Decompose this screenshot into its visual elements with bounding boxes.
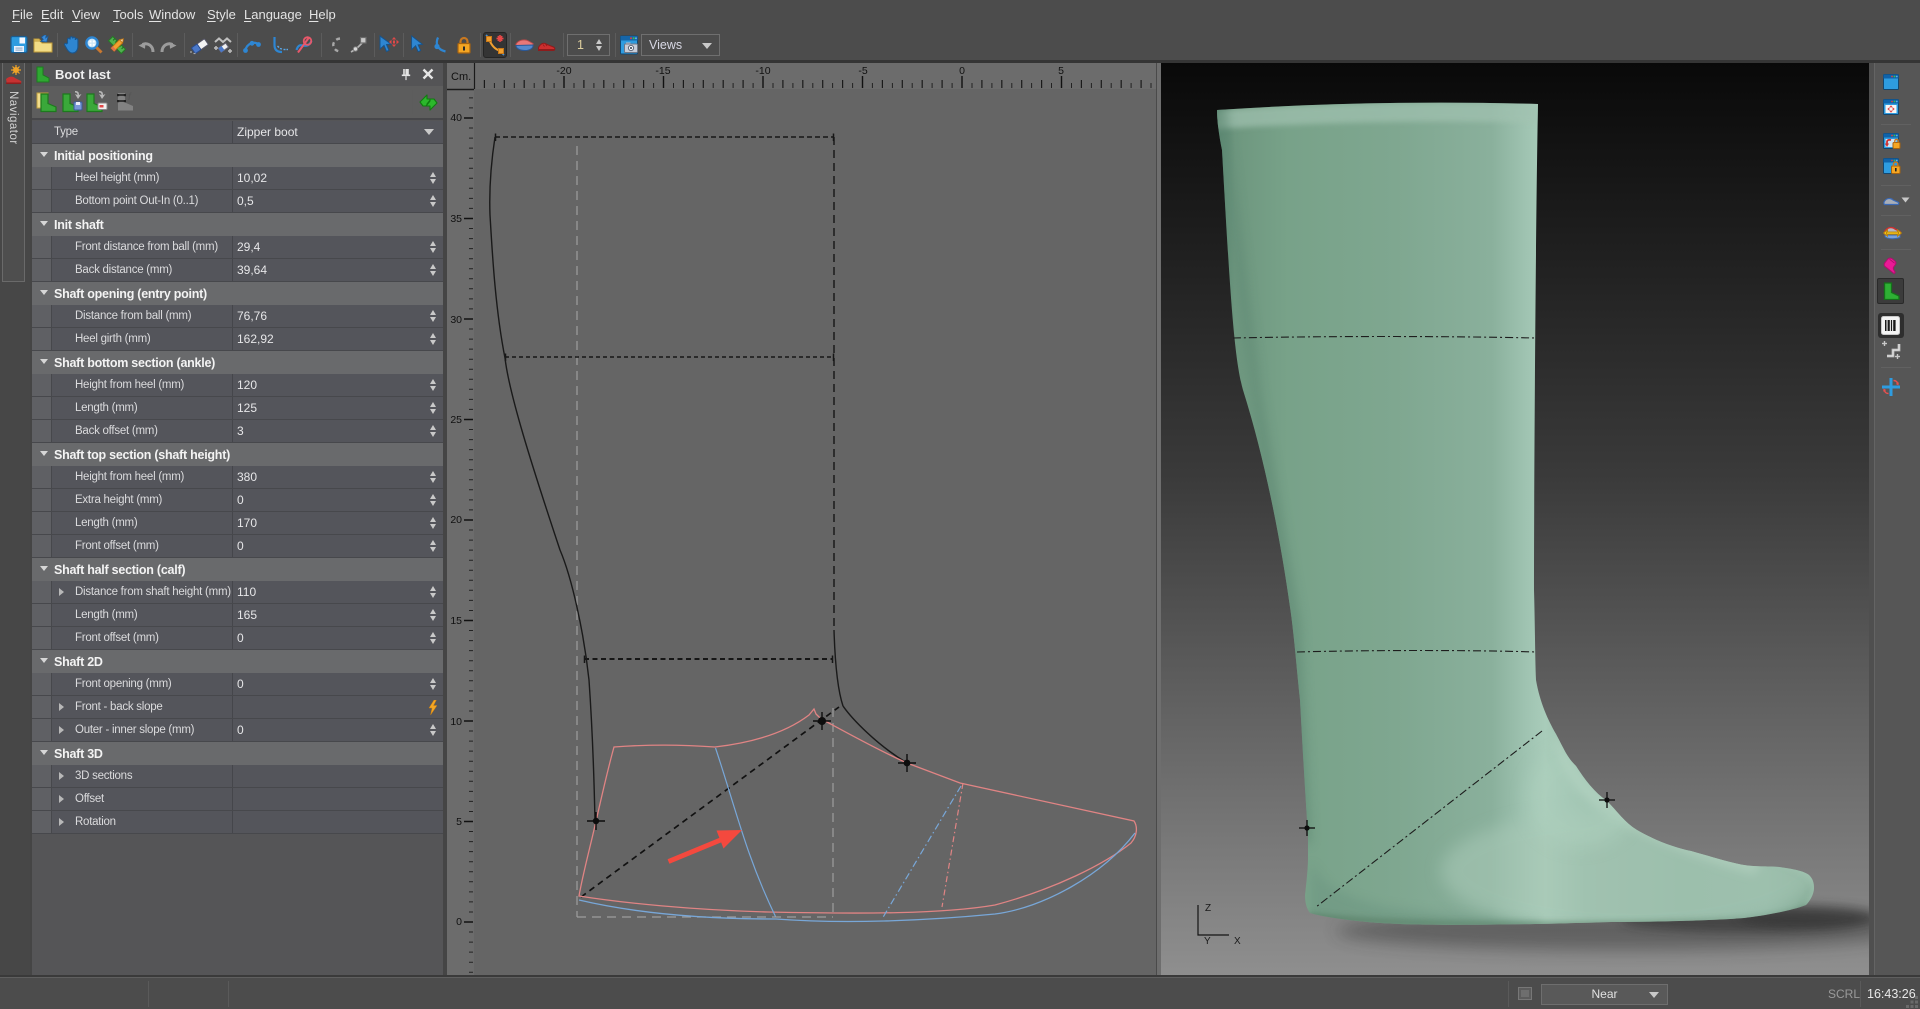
svg-text:25: 25 (450, 414, 462, 426)
svg-text:X: X (1234, 936, 1241, 947)
svg-text:0: 0 (959, 65, 965, 77)
svg-text:35: 35 (450, 213, 462, 225)
svg-text:5: 5 (1058, 65, 1064, 77)
svg-text:Z: Z (1205, 903, 1211, 914)
svg-text:10: 10 (450, 716, 462, 728)
svg-text:40: 40 (450, 112, 462, 124)
svg-text:0: 0 (456, 916, 462, 928)
svg-text:15: 15 (450, 615, 462, 627)
svg-text:-5: -5 (858, 65, 867, 77)
svg-text:5: 5 (456, 816, 462, 828)
svg-text:20: 20 (450, 514, 462, 526)
svg-text:-10: -10 (755, 65, 770, 77)
svg-text:-20: -20 (556, 65, 571, 77)
svg-text:-15: -15 (655, 65, 670, 77)
svg-text:Cm.: Cm. (451, 71, 471, 83)
svg-text:30: 30 (450, 314, 462, 326)
svg-text:f: f (128, 92, 132, 103)
svg-text:Y: Y (1204, 936, 1211, 947)
